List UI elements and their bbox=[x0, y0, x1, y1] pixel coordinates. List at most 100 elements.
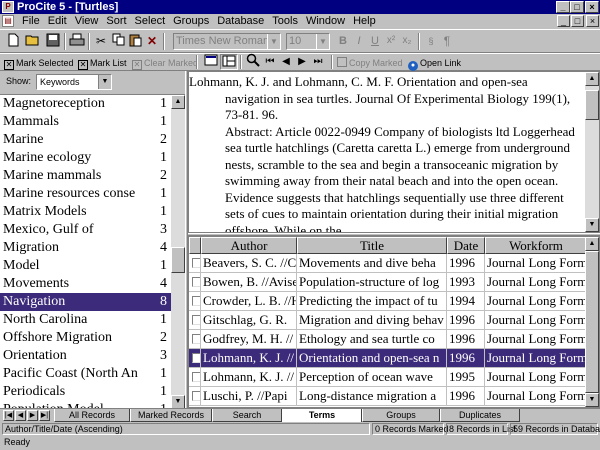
term-list-item[interactable]: Marine ecology 1 bbox=[0, 149, 171, 167]
tab-duplicates[interactable]: Duplicates bbox=[440, 409, 520, 422]
table-row[interactable]: Godfrey, M. H. //Ethology and sea turtle… bbox=[189, 330, 587, 349]
scroll-thumb[interactable] bbox=[585, 251, 599, 393]
term-list-item[interactable]: Pacific Coast (North An 1 bbox=[0, 365, 171, 383]
maximize-button[interactable]: □ bbox=[570, 1, 584, 13]
term-list-item[interactable]: Periodicals 1 bbox=[0, 383, 171, 401]
scroll-up-icon[interactable]: ▲ bbox=[585, 72, 599, 86]
column-header-title[interactable]: Title bbox=[297, 237, 447, 254]
table-row[interactable]: Gitschlag, G. R. Migration and diving beh… bbox=[189, 311, 587, 330]
term-list-item[interactable]: Magnetoreception 1 bbox=[0, 95, 171, 113]
term-list-item[interactable]: Orientation 3 bbox=[0, 347, 171, 365]
tab-all-records[interactable]: All Records bbox=[54, 409, 130, 422]
open-folder-icon[interactable] bbox=[24, 33, 42, 50]
terms-list[interactable]: Magnetoreception 1 Mammals 1 Marine 2 Marine e… bbox=[0, 94, 185, 408]
last-record-icon[interactable]: ⏭ bbox=[309, 54, 327, 71]
scroll-down-icon[interactable]: ▼ bbox=[585, 393, 599, 407]
table-row[interactable]: Lohmann, K. J. //Orientation and open-se… bbox=[189, 349, 587, 368]
doc-minimize-button[interactable]: _ bbox=[557, 15, 570, 27]
procite-app-icon[interactable]: P bbox=[2, 1, 14, 13]
font-name-select[interactable]: Times New Roman ▼ bbox=[173, 33, 281, 50]
record-preview[interactable]: Lohmann, K. J. and Lohmann, C. M. F. Ori… bbox=[188, 71, 600, 233]
scroll-down-icon[interactable]: ▼ bbox=[171, 395, 185, 408]
menu-select[interactable]: Select bbox=[131, 15, 170, 28]
chevron-down-icon[interactable]: ▼ bbox=[267, 34, 280, 49]
term-list-item[interactable]: Mexico, Gulf of 3 bbox=[0, 221, 171, 239]
mark-checkbox[interactable] bbox=[192, 277, 200, 287]
table-row[interactable]: Lohmann, K. J. //Perception of ocean wav… bbox=[189, 368, 587, 387]
menu-window[interactable]: Window bbox=[302, 15, 349, 28]
preview-icon[interactable] bbox=[202, 54, 220, 70]
close-button[interactable]: × bbox=[585, 1, 599, 13]
scroll-up-icon[interactable]: ▲ bbox=[171, 95, 185, 109]
tab-groups[interactable]: Groups bbox=[362, 409, 440, 422]
mark-selected-button[interactable]: ✕ Mark Selected bbox=[4, 56, 74, 70]
doc-close-button[interactable]: × bbox=[586, 15, 599, 27]
term-list-item[interactable]: Population Model 1 bbox=[0, 401, 171, 408]
show-field-select[interactable]: Keywords ▼ bbox=[36, 74, 112, 90]
term-list-item[interactable]: Movements 4 bbox=[0, 275, 171, 293]
terms-scrollbar[interactable]: ▲ ▼ bbox=[171, 95, 185, 408]
mark-checkbox[interactable] bbox=[192, 353, 200, 363]
mark-checkbox[interactable] bbox=[192, 334, 200, 344]
tab-terms[interactable]: Terms bbox=[282, 409, 362, 422]
tab-marked-records[interactable]: Marked Records bbox=[130, 409, 212, 422]
column-header-date[interactable]: Date bbox=[447, 237, 485, 254]
copy-icon[interactable] bbox=[110, 33, 128, 50]
paragraph-icon[interactable]: ¶ bbox=[438, 33, 456, 50]
menu-help[interactable]: Help bbox=[349, 15, 380, 28]
record-scrollbar[interactable]: ▲ ▼ bbox=[585, 72, 599, 232]
term-list-item[interactable]: Marine mammals 2 bbox=[0, 167, 171, 185]
mark-checkbox[interactable] bbox=[192, 296, 200, 306]
search-icon[interactable] bbox=[244, 53, 262, 70]
menu-groups[interactable]: Groups bbox=[169, 15, 213, 28]
term-list-item[interactable]: Matrix Models 1 bbox=[0, 203, 171, 221]
mark-checkbox[interactable] bbox=[192, 315, 200, 325]
chevron-down-icon[interactable]: ▼ bbox=[98, 75, 111, 89]
cut-icon[interactable]: ✂ bbox=[92, 33, 110, 50]
menu-database[interactable]: Database bbox=[213, 15, 268, 28]
mark-list-button[interactable]: ✕ Mark List bbox=[78, 56, 127, 70]
last-tab-icon[interactable]: ▶| bbox=[39, 410, 50, 421]
term-list-item[interactable]: Model 1 bbox=[0, 257, 171, 275]
table-row[interactable]: Luschi, P. //Papi Long-distance migration… bbox=[189, 387, 587, 406]
column-header-mark[interactable] bbox=[189, 237, 201, 254]
term-list-item[interactable]: Offshore Migration 2 bbox=[0, 329, 171, 347]
mark-checkbox[interactable] bbox=[192, 372, 200, 382]
new-icon[interactable] bbox=[4, 33, 22, 50]
chevron-down-icon[interactable]: ▼ bbox=[316, 34, 329, 49]
menu-view[interactable]: View bbox=[71, 15, 103, 28]
copy-marked-button[interactable]: Copy Marked bbox=[337, 56, 403, 70]
term-list-item[interactable]: Navigation 8 bbox=[0, 293, 171, 311]
scroll-thumb[interactable] bbox=[585, 90, 599, 120]
term-list-item[interactable]: North Carolina 1 bbox=[0, 311, 171, 329]
first-tab-icon[interactable]: |◀ bbox=[3, 410, 14, 421]
menu-sort[interactable]: Sort bbox=[102, 15, 130, 28]
table-row[interactable]: Beavers, S. C. //Ca Movements and dive be… bbox=[189, 254, 587, 273]
term-list-item[interactable]: Migration 4 bbox=[0, 239, 171, 257]
save-icon[interactable] bbox=[44, 33, 62, 50]
grid-scrollbar[interactable]: ▲ ▼ bbox=[585, 237, 599, 407]
column-header-author[interactable]: Author bbox=[201, 237, 297, 254]
document-icon[interactable]: ▤ bbox=[2, 15, 14, 27]
minimize-button[interactable]: _ bbox=[556, 1, 570, 13]
tab-search[interactable]: Search bbox=[212, 409, 282, 422]
split-view-icon[interactable] bbox=[220, 54, 238, 70]
scroll-up-icon[interactable]: ▲ bbox=[585, 237, 599, 251]
mark-checkbox[interactable] bbox=[192, 258, 200, 268]
doc-restore-button[interactable]: □ bbox=[571, 15, 584, 27]
print-icon[interactable] bbox=[68, 33, 86, 50]
subscript-button[interactable]: x₂ bbox=[398, 33, 416, 50]
menu-file[interactable]: File bbox=[18, 15, 44, 28]
font-size-select[interactable]: 10 ▼ bbox=[286, 33, 330, 50]
delete-icon[interactable]: ✕ bbox=[143, 33, 161, 50]
menu-tools[interactable]: Tools bbox=[268, 15, 302, 28]
term-list-item[interactable]: Marine 2 bbox=[0, 131, 171, 149]
record-list-grid[interactable]: Author Title Date Workform Beavers, S. C… bbox=[188, 236, 600, 408]
scroll-down-icon[interactable]: ▼ bbox=[585, 218, 599, 232]
open-link-button[interactable]: ● Open Link bbox=[408, 56, 461, 71]
scroll-thumb[interactable] bbox=[171, 247, 185, 273]
table-row[interactable]: Bowen, B. //Avise, Population-structure o… bbox=[189, 273, 587, 292]
mark-checkbox[interactable] bbox=[192, 391, 200, 401]
term-list-item[interactable]: Mammals 1 bbox=[0, 113, 171, 131]
term-list-item[interactable]: Marine resources conse 1 bbox=[0, 185, 171, 203]
